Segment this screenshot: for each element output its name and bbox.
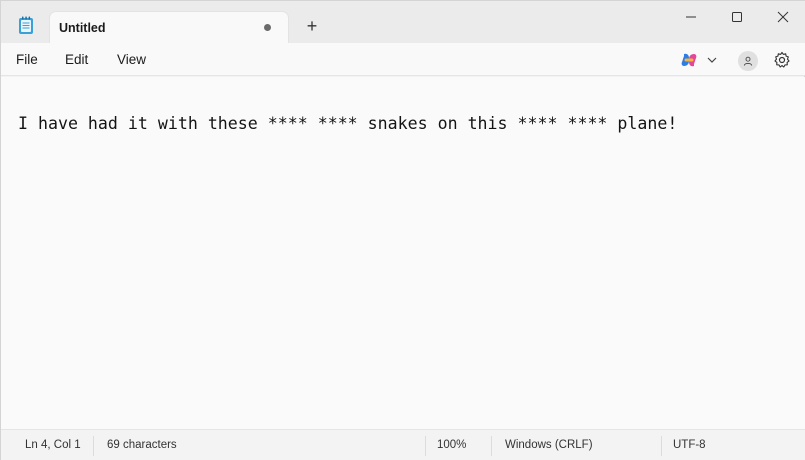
copilot-icon (681, 53, 697, 67)
close-icon (777, 11, 789, 23)
maximize-button[interactable] (714, 1, 760, 33)
editor-content[interactable]: I have had it with these **** **** snake… (18, 114, 677, 133)
status-divider (491, 436, 492, 456)
account-button[interactable] (738, 51, 758, 71)
character-count: 69 characters (107, 439, 177, 451)
status-divider (661, 436, 662, 456)
menu-file[interactable]: File (16, 52, 38, 67)
notepad-icon (19, 16, 33, 34)
minimize-button[interactable] (668, 1, 714, 33)
tab-title: Untitled (59, 21, 106, 35)
tab-untitled[interactable]: Untitled (49, 11, 289, 43)
minimize-icon (686, 16, 696, 18)
copilot-button[interactable] (680, 51, 720, 69)
line-ending[interactable]: Windows (CRLF) (505, 439, 593, 451)
menu-edit[interactable]: Edit (65, 52, 88, 67)
account-icon (743, 56, 753, 66)
encoding[interactable]: UTF-8 (673, 439, 706, 451)
status-bar: Ln 4, Col 1 69 characters 100% Windows (… (1, 429, 805, 460)
close-button[interactable] (760, 1, 805, 33)
text-editor[interactable]: I have had it with these **** **** snake… (1, 77, 805, 429)
menu-bar: File Edit View (1, 43, 805, 76)
zoom-level[interactable]: 100% (437, 439, 466, 451)
maximize-icon (732, 12, 742, 22)
menu-view[interactable]: View (117, 52, 146, 67)
cursor-position: Ln 4, Col 1 (25, 439, 81, 451)
new-tab-button[interactable]: + (301, 15, 323, 37)
title-bar[interactable]: Untitled + (1, 1, 805, 43)
unsaved-dot-icon[interactable] (264, 24, 271, 31)
notepad-window: Untitled + File Edit View I have had it … (0, 0, 805, 460)
chevron-down-icon (707, 57, 717, 63)
status-divider (425, 436, 426, 456)
status-divider (93, 436, 94, 456)
gear-icon[interactable] (773, 51, 791, 69)
